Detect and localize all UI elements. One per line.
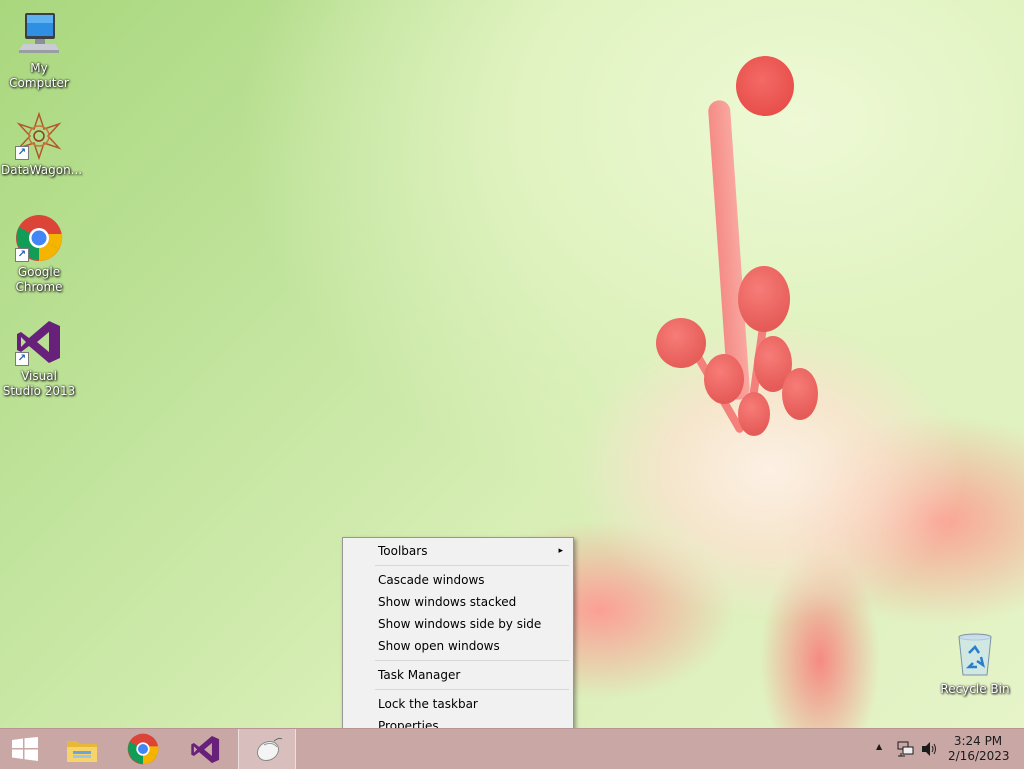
desktop-icon-label: Google Chrome — [15, 265, 63, 294]
start-button[interactable] — [0, 729, 56, 769]
start-icon — [12, 737, 38, 765]
network-icon[interactable] — [897, 741, 915, 761]
menu-item-label: Task Manager — [378, 668, 461, 682]
desktop-icon-my-computer[interactable]: My Computer — [1, 10, 77, 91]
menu-item-toolbars[interactable]: Toolbars ▸ — [345, 540, 571, 562]
wallpaper-anther — [738, 266, 790, 332]
desktop-icon-visual-studio[interactable]: ↗ Visual Studio 2013 — [1, 318, 77, 399]
desktop-icon-google-chrome[interactable]: ↗ Google Chrome — [1, 214, 77, 295]
visual-studio-icon — [190, 734, 221, 769]
visual-studio-icon: ↗ — [15, 318, 63, 366]
menu-item-label: Toolbars — [378, 544, 428, 558]
menu-item-show-open-windows[interactable]: Show open windows — [345, 635, 571, 657]
menu-item-lock-the-taskbar[interactable]: Lock the taskbar — [345, 693, 571, 715]
wallpaper-anther — [704, 354, 744, 404]
menu-item-label: Show open windows — [378, 639, 500, 653]
menu-item-label: Show windows side by side — [378, 617, 542, 631]
menu-item-cascade-windows[interactable]: Cascade windows — [345, 569, 571, 591]
menu-separator — [375, 565, 569, 566]
taskbar-context-menu: Toolbars ▸ Cascade windows Show windows … — [342, 537, 574, 739]
shortcut-arrow-icon: ↗ — [15, 248, 29, 262]
wallpaper-anther — [782, 368, 818, 420]
chrome-icon — [127, 733, 159, 769]
taskbar-chrome-button[interactable] — [116, 729, 172, 769]
desktop-icon-datawagon[interactable]: ↗ DataWagon... — [1, 111, 83, 178]
desktop-icon-label: My Computer — [9, 61, 69, 90]
clock-date: 2/16/2023 — [948, 749, 1010, 763]
taskbar-mouse-app-button[interactable] — [238, 729, 296, 769]
menu-separator — [375, 689, 569, 690]
datawagon-icon: ↗ — [15, 111, 63, 161]
tray-clock[interactable]: 3:24 PM 2/16/2023 — [948, 734, 1010, 764]
taskbar-visual-studio-button[interactable] — [178, 729, 234, 769]
menu-item-label: Show windows stacked — [378, 595, 517, 609]
submenu-arrow-icon: ▸ — [558, 546, 563, 556]
desktop-icon-label: DataWagon... — [1, 163, 83, 177]
tray-overflow-icon[interactable]: ▲ — [876, 742, 882, 751]
desktop-icon-recycle-bin[interactable]: Recycle Bin — [937, 631, 1013, 697]
file-explorer-icon — [65, 735, 99, 769]
menu-separator — [375, 660, 569, 661]
computer-icon — [15, 10, 63, 58]
shortcut-arrow-icon: ↗ — [15, 352, 29, 366]
menu-item-label: Lock the taskbar — [378, 697, 478, 711]
mouse-app-icon — [252, 735, 284, 767]
menu-item-task-manager[interactable]: Task Manager — [345, 664, 571, 686]
taskbar-file-explorer-button[interactable] — [54, 729, 110, 769]
wallpaper-flower-stigma — [736, 56, 794, 116]
chrome-icon: ↗ — [15, 214, 63, 262]
desktop-icon-label: Recycle Bin — [940, 682, 1010, 696]
taskbar[interactable]: ▲ 3:24 PM 2/16/2023 — [0, 728, 1024, 769]
menu-item-show-windows-side-by-side[interactable]: Show windows side by side — [345, 613, 571, 635]
clock-time: 3:24 PM — [953, 734, 1003, 748]
menu-item-label: Cascade windows — [378, 573, 485, 587]
recycle-bin-icon — [951, 631, 999, 679]
wallpaper-anther — [656, 318, 706, 368]
volume-icon[interactable] — [921, 741, 939, 761]
wallpaper-anther — [738, 392, 770, 436]
menu-item-show-windows-stacked[interactable]: Show windows stacked — [345, 591, 571, 613]
desktop-icon-label: Visual Studio 2013 — [2, 369, 76, 398]
shortcut-arrow-icon: ↗ — [15, 146, 29, 160]
